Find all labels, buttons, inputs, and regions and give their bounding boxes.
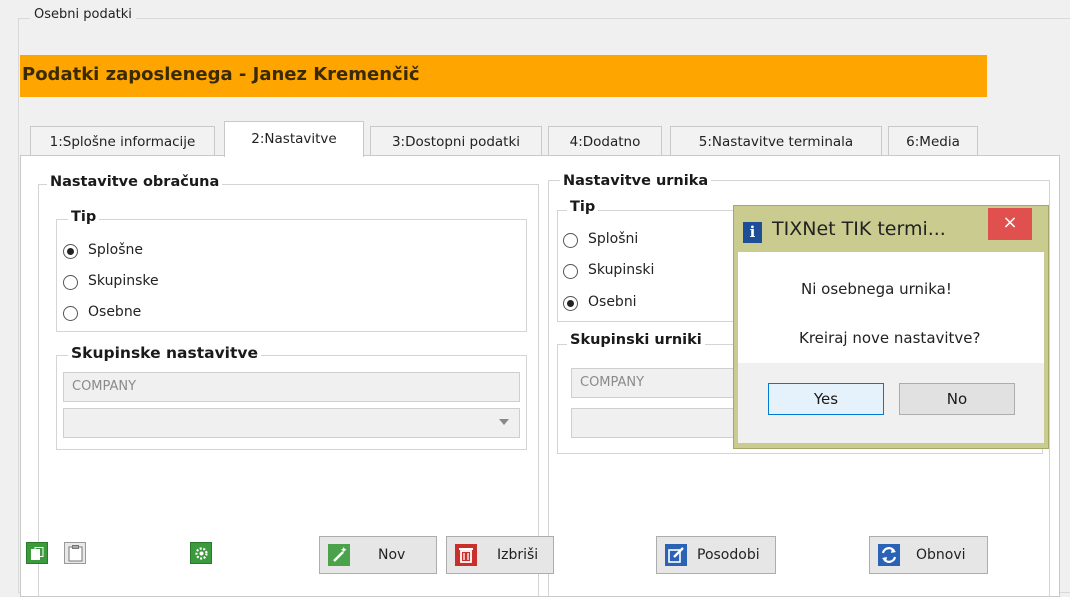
schedule-type-general-radio[interactable]: [563, 233, 578, 248]
clipboard-icon: [68, 545, 83, 562]
schedule-group-select: [571, 408, 751, 438]
tab-access-data[interactable]: 3:Dostopni podatki: [370, 126, 542, 156]
schedule-type-group-label: Skupinski: [588, 262, 655, 278]
new-button[interactable]: ✦ Nov: [319, 536, 437, 574]
billing-type-personal-radio[interactable]: [63, 306, 78, 321]
update-button[interactable]: Posodobi: [656, 536, 776, 574]
tab-general-info[interactable]: 1:Splošne informacije: [30, 126, 215, 156]
billing-type-personal-label: Osebne: [88, 304, 142, 320]
billing-type-group-radio[interactable]: [63, 275, 78, 290]
gear-icon: [195, 547, 208, 560]
magic-wand-icon: ✦: [328, 544, 350, 566]
personal-data-group-label: Osebni podatki: [30, 7, 136, 22]
trash-icon: [455, 544, 477, 566]
dialog-no-button[interactable]: No: [899, 383, 1015, 415]
dialog-yes-button[interactable]: Yes: [768, 383, 884, 415]
schedule-settings-title: Nastavitve urnika: [560, 173, 712, 189]
schedule-groups-title: Skupinski urniki: [567, 332, 705, 348]
billing-group-select: [63, 408, 520, 438]
employee-header-title: Podatki zaposlenega - Janez Kremenčič: [22, 64, 420, 85]
update-button-label: Posodobi: [697, 547, 760, 563]
billing-type-title: Tip: [68, 209, 100, 225]
refresh-icon: [878, 544, 900, 566]
copy-icon: [31, 547, 44, 560]
schedule-type-group-radio[interactable]: [563, 264, 578, 279]
svg-text:✦: ✦: [340, 546, 348, 556]
dialog-title: TIXNet TIK termi...: [772, 218, 946, 240]
dialog-message-line2: Kreiraj nove nastavitve?: [799, 329, 981, 347]
chevron-down-icon: [499, 419, 509, 425]
dialog-close-button[interactable]: ×: [988, 208, 1032, 240]
schedule-type-personal-radio[interactable]: [563, 296, 578, 311]
schedule-type-general-label: Splošni: [588, 231, 639, 247]
billing-group-settings-title: Skupinske nastavitve: [68, 344, 262, 362]
delete-button[interactable]: Izbriši: [446, 536, 554, 574]
paste-button[interactable]: [64, 542, 86, 564]
billing-type-group-label: Skupinske: [88, 273, 159, 289]
billing-settings-title: Nastavitve obračuna: [47, 174, 223, 190]
billing-group-field: COMPANY: [63, 372, 520, 402]
schedule-group-field: COMPANY: [571, 368, 751, 398]
refresh-button-label: Obnovi: [916, 547, 966, 563]
refresh-button[interactable]: Obnovi: [869, 536, 988, 574]
tab-additional[interactable]: 4:Dodatno: [548, 126, 662, 156]
info-icon: i: [743, 222, 762, 243]
tab-terminal-settings[interactable]: 5:Nastavitve terminala: [670, 126, 882, 156]
new-button-label: Nov: [378, 547, 406, 563]
settings-button[interactable]: [190, 542, 212, 564]
delete-button-label: Izbriši: [497, 547, 539, 563]
tab-media[interactable]: 6:Media: [888, 126, 978, 156]
edit-icon: [665, 544, 687, 566]
schedule-type-title: Tip: [567, 199, 599, 215]
schedule-type-personal-label: Osebni: [588, 294, 637, 310]
tab-settings[interactable]: 2:Nastavitve: [224, 121, 364, 157]
dialog-message-line1: Ni osebnega urnika!: [801, 280, 952, 298]
copy-button[interactable]: [26, 542, 48, 564]
billing-type-general-radio[interactable]: [63, 244, 78, 259]
billing-type-general-label: Splošne: [88, 242, 144, 258]
